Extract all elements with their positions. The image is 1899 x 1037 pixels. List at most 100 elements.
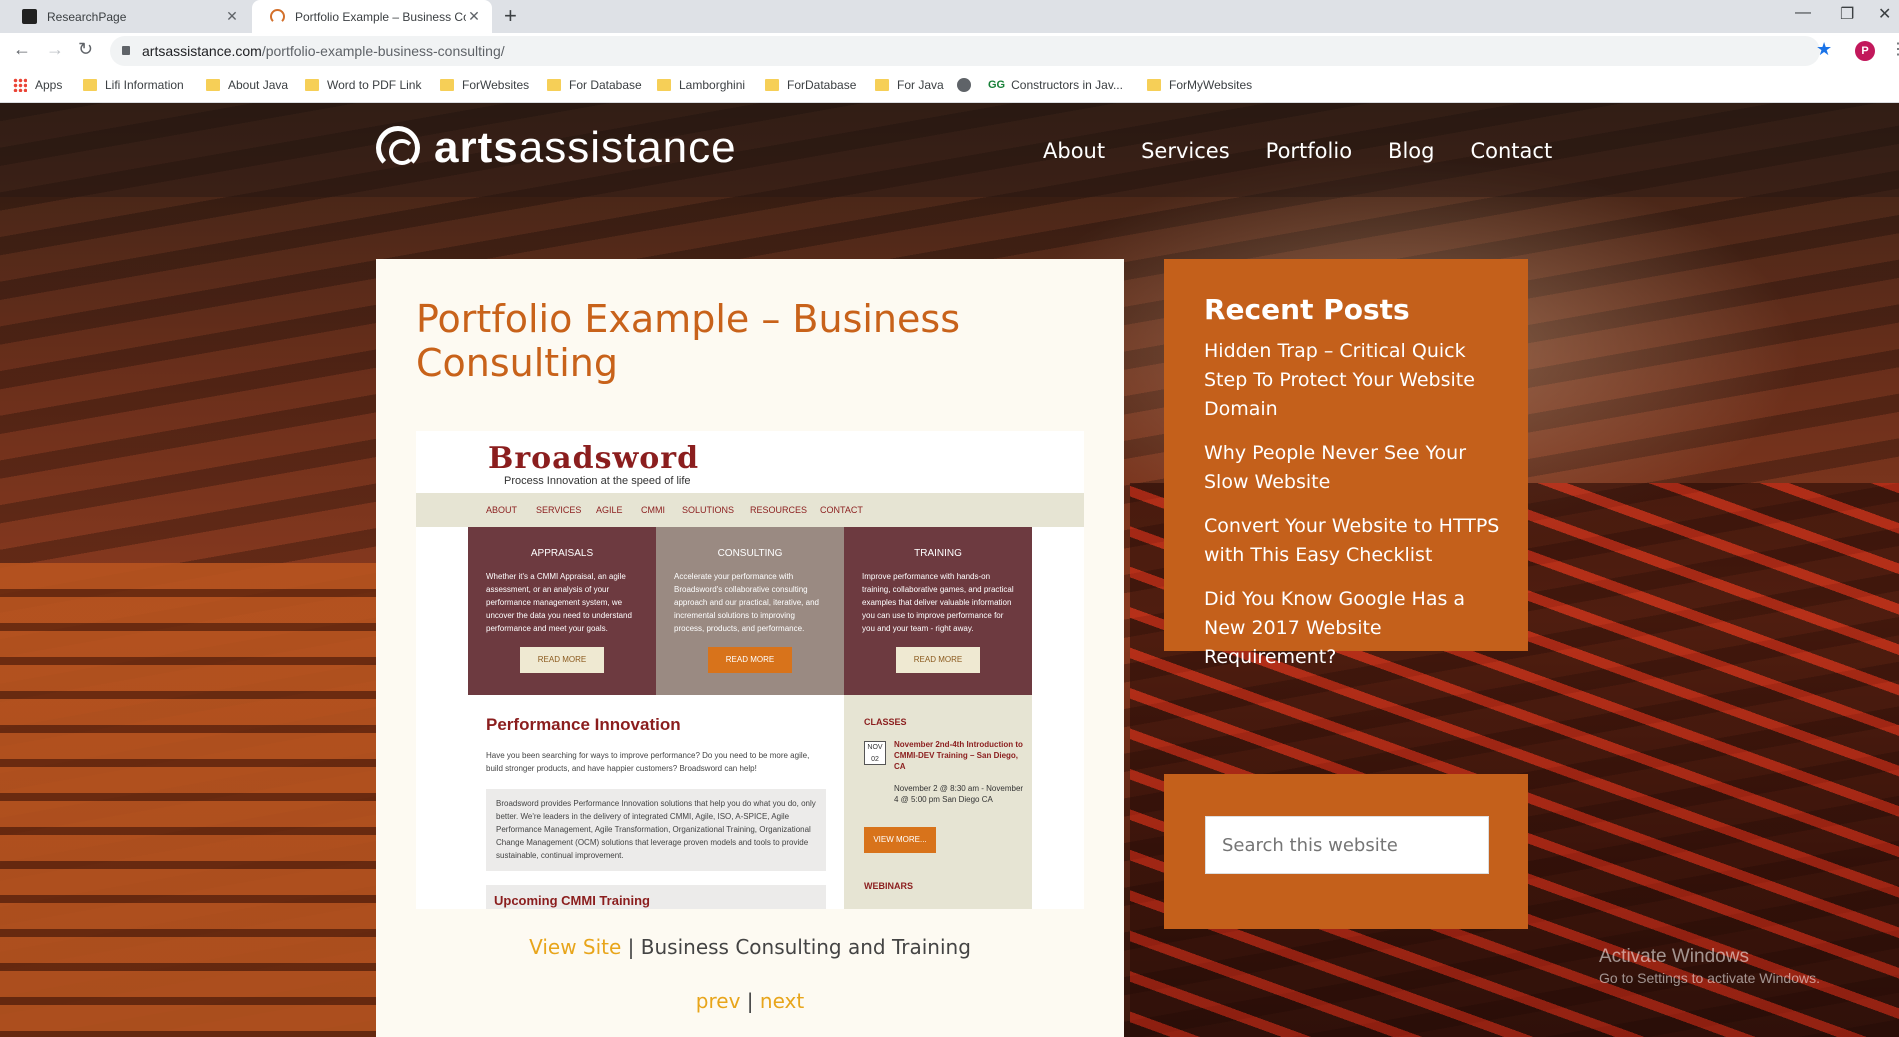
bw-nav-item: CMMI bbox=[641, 505, 665, 515]
bw-read-more: READ MORE bbox=[896, 647, 980, 673]
browser-tab-researchpage[interactable]: ResearchPage ✕ bbox=[4, 0, 250, 33]
bw-event-details: November 2 @ 8:30 am - November 4 @ 5:00… bbox=[894, 784, 1024, 804]
site-header: arts assistance About Services Portfolio … bbox=[0, 103, 1899, 197]
nav-about[interactable]: About bbox=[1043, 139, 1105, 163]
restore-button[interactable]: ❐ bbox=[1840, 4, 1854, 24]
bookmark-label: ForMyWebsites bbox=[1169, 78, 1253, 92]
bookmark-about-java[interactable]: About Java bbox=[206, 78, 288, 92]
folder-icon bbox=[1147, 79, 1161, 91]
gg-icon: GG bbox=[988, 79, 1006, 91]
tab-title: Portfolio Example – Business Con bbox=[295, 9, 466, 24]
bookmark-word-to-pdf[interactable]: Word to PDF Link bbox=[305, 78, 421, 92]
bw-panel-heading: APPRAISALS bbox=[530, 548, 594, 559]
recent-post-link[interactable]: Did You Know Google Has a New 2017 Websi… bbox=[1204, 585, 1504, 672]
portfolio-screenshot[interactable]: Broadsword Process Innovation at the spe… bbox=[416, 431, 1084, 909]
main-nav: About Services Portfolio Blog Contact bbox=[1043, 139, 1588, 163]
bookmark-fordatabase[interactable]: ForDatabase bbox=[765, 78, 856, 92]
bookmark-label: Word to PDF Link bbox=[327, 78, 422, 92]
bw-panel-training: TRAINING Improve performance with hands-… bbox=[844, 527, 1032, 695]
bookmark-lamborghini[interactable]: Lamborghini bbox=[657, 78, 745, 92]
bookmark-label: ForWebsites bbox=[462, 78, 530, 92]
reload-icon[interactable]: ↻ bbox=[78, 39, 93, 59]
bw-date-badge: NOV 02 bbox=[864, 741, 886, 765]
globe-icon bbox=[957, 78, 971, 92]
bw-webinars-label: WEBINARS bbox=[864, 881, 913, 891]
bw-panel-text: Whether it's a CMMI Appraisal, an agile … bbox=[486, 572, 632, 633]
nav-portfolio[interactable]: Portfolio bbox=[1266, 139, 1352, 163]
nav-contact[interactable]: Contact bbox=[1470, 139, 1552, 163]
bw-subheading: Upcoming CMMI Training bbox=[486, 885, 826, 909]
bookmark-label: For Database bbox=[569, 78, 642, 92]
bookmark-star-icon[interactable]: ★ bbox=[1816, 39, 1832, 60]
bw-nav-item: AGILE bbox=[596, 505, 623, 515]
browser-tab-portfolio[interactable]: Portfolio Example – Business Con ✕ bbox=[252, 0, 492, 33]
bookmark-globe[interactable] bbox=[957, 78, 979, 92]
apps-grid-icon bbox=[13, 78, 27, 92]
bw-nav-item: CONTACT bbox=[820, 505, 863, 515]
profile-avatar[interactable]: P bbox=[1855, 41, 1875, 61]
next-link[interactable]: next bbox=[760, 989, 804, 1013]
lock-icon bbox=[122, 46, 130, 55]
bw-panel-text: Improve performance with hands-on traini… bbox=[862, 572, 1014, 633]
bookmarks-bar: Apps Lifi Information About Java Word to… bbox=[0, 69, 1899, 103]
recent-posts-list: Hidden Trap – Critical Quick Step To Pro… bbox=[1204, 337, 1504, 687]
view-site-link[interactable]: View Site bbox=[529, 935, 621, 959]
windows-activation-watermark: Activate Windows Go to Settings to activ… bbox=[1599, 946, 1820, 986]
bookmark-for-java[interactable]: For Java bbox=[875, 78, 944, 92]
bookmark-for-database[interactable]: For Database bbox=[547, 78, 642, 92]
logo-word-assistance: assistance bbox=[518, 123, 737, 172]
nav-blog[interactable]: Blog bbox=[1388, 139, 1434, 163]
folder-icon bbox=[875, 79, 889, 91]
recent-post-link[interactable]: Hidden Trap – Critical Quick Step To Pro… bbox=[1204, 337, 1504, 424]
forward-arrow-icon[interactable]: → bbox=[46, 39, 64, 59]
bw-event-title: November 2nd-4th Introduction to CMMI-DE… bbox=[894, 740, 1023, 771]
close-tab-icon[interactable]: ✕ bbox=[466, 8, 482, 25]
prev-link[interactable]: prev bbox=[696, 989, 741, 1013]
site-logo[interactable]: arts assistance bbox=[376, 123, 737, 173]
folder-icon bbox=[206, 79, 220, 91]
bw-view-more: VIEW MORE... bbox=[864, 827, 936, 853]
bookmark-label: Lamborghini bbox=[679, 78, 746, 92]
recent-post-link[interactable]: Why People Never See Your Slow Website bbox=[1204, 439, 1504, 497]
bw-panel-heading: TRAINING bbox=[914, 548, 962, 559]
back-arrow-icon[interactable]: ← bbox=[13, 39, 31, 59]
artsassistance-favicon-icon bbox=[270, 9, 285, 24]
bookmark-label: ForDatabase bbox=[787, 78, 857, 92]
folder-icon bbox=[83, 79, 97, 91]
broadsword-nav: ABOUT SERVICES AGILE CMMI SOLUTIONS RESO… bbox=[416, 493, 1084, 527]
minimize-button[interactable]: — bbox=[1795, 4, 1811, 22]
bookmark-forwebsites[interactable]: ForWebsites bbox=[440, 78, 529, 92]
close-window-button[interactable]: ✕ bbox=[1878, 4, 1891, 24]
close-tab-icon[interactable]: ✕ bbox=[224, 8, 240, 25]
new-tab-button[interactable]: + bbox=[504, 4, 517, 28]
bw-date-month: NOV bbox=[867, 744, 883, 751]
bw-nav-item: RESOURCES bbox=[750, 505, 808, 515]
bw-paragraph: Have you been searching for ways to impr… bbox=[486, 751, 810, 773]
bw-classes-label: CLASSES bbox=[864, 717, 907, 727]
bw-main-content: Performance Innovation Have you been sea… bbox=[468, 695, 844, 909]
bw-heading: Performance Innovation bbox=[486, 715, 681, 734]
caption-separator: | bbox=[627, 935, 635, 959]
bookmark-constructors[interactable]: GG Constructors in Jav... bbox=[988, 78, 1123, 92]
portfolio-caption: View Site | Business Consulting and Trai… bbox=[376, 935, 1124, 959]
bw-nav-item: SOLUTIONS bbox=[682, 505, 735, 515]
more-menu-icon[interactable]: ⋮ bbox=[1890, 39, 1899, 59]
recent-post-link[interactable]: Convert Your Website to HTTPS with This … bbox=[1204, 512, 1504, 570]
bookmark-formywebsites[interactable]: ForMyWebsites bbox=[1147, 78, 1252, 92]
bookmark-label: Constructors in Jav... bbox=[1011, 78, 1123, 92]
bw-nav-item: SERVICES bbox=[536, 505, 582, 515]
address-bar[interactable]: artsassistance.com/portfolio-example-bus… bbox=[110, 36, 1820, 66]
bw-nav-item: ABOUT bbox=[486, 505, 518, 515]
search-widget bbox=[1164, 774, 1528, 929]
url-host: artsassistance.com bbox=[142, 43, 262, 59]
recent-posts-widget: Recent Posts Hidden Trap – Critical Quic… bbox=[1164, 259, 1528, 668]
search-input[interactable] bbox=[1205, 816, 1489, 874]
post-title: Portfolio Example – Business Consulting bbox=[416, 297, 960, 385]
bw-read-more: READ MORE bbox=[520, 647, 604, 673]
bookmark-apps[interactable]: Apps bbox=[13, 78, 62, 92]
nav-services[interactable]: Services bbox=[1141, 139, 1230, 163]
bw-panel-text: Accelerate your performance with Broadsw… bbox=[674, 572, 819, 633]
bookmark-lifi-information[interactable]: Lifi Information bbox=[83, 78, 184, 92]
bw-panel-heading: CONSULTING bbox=[717, 548, 783, 559]
pager-separator: | bbox=[746, 989, 754, 1013]
